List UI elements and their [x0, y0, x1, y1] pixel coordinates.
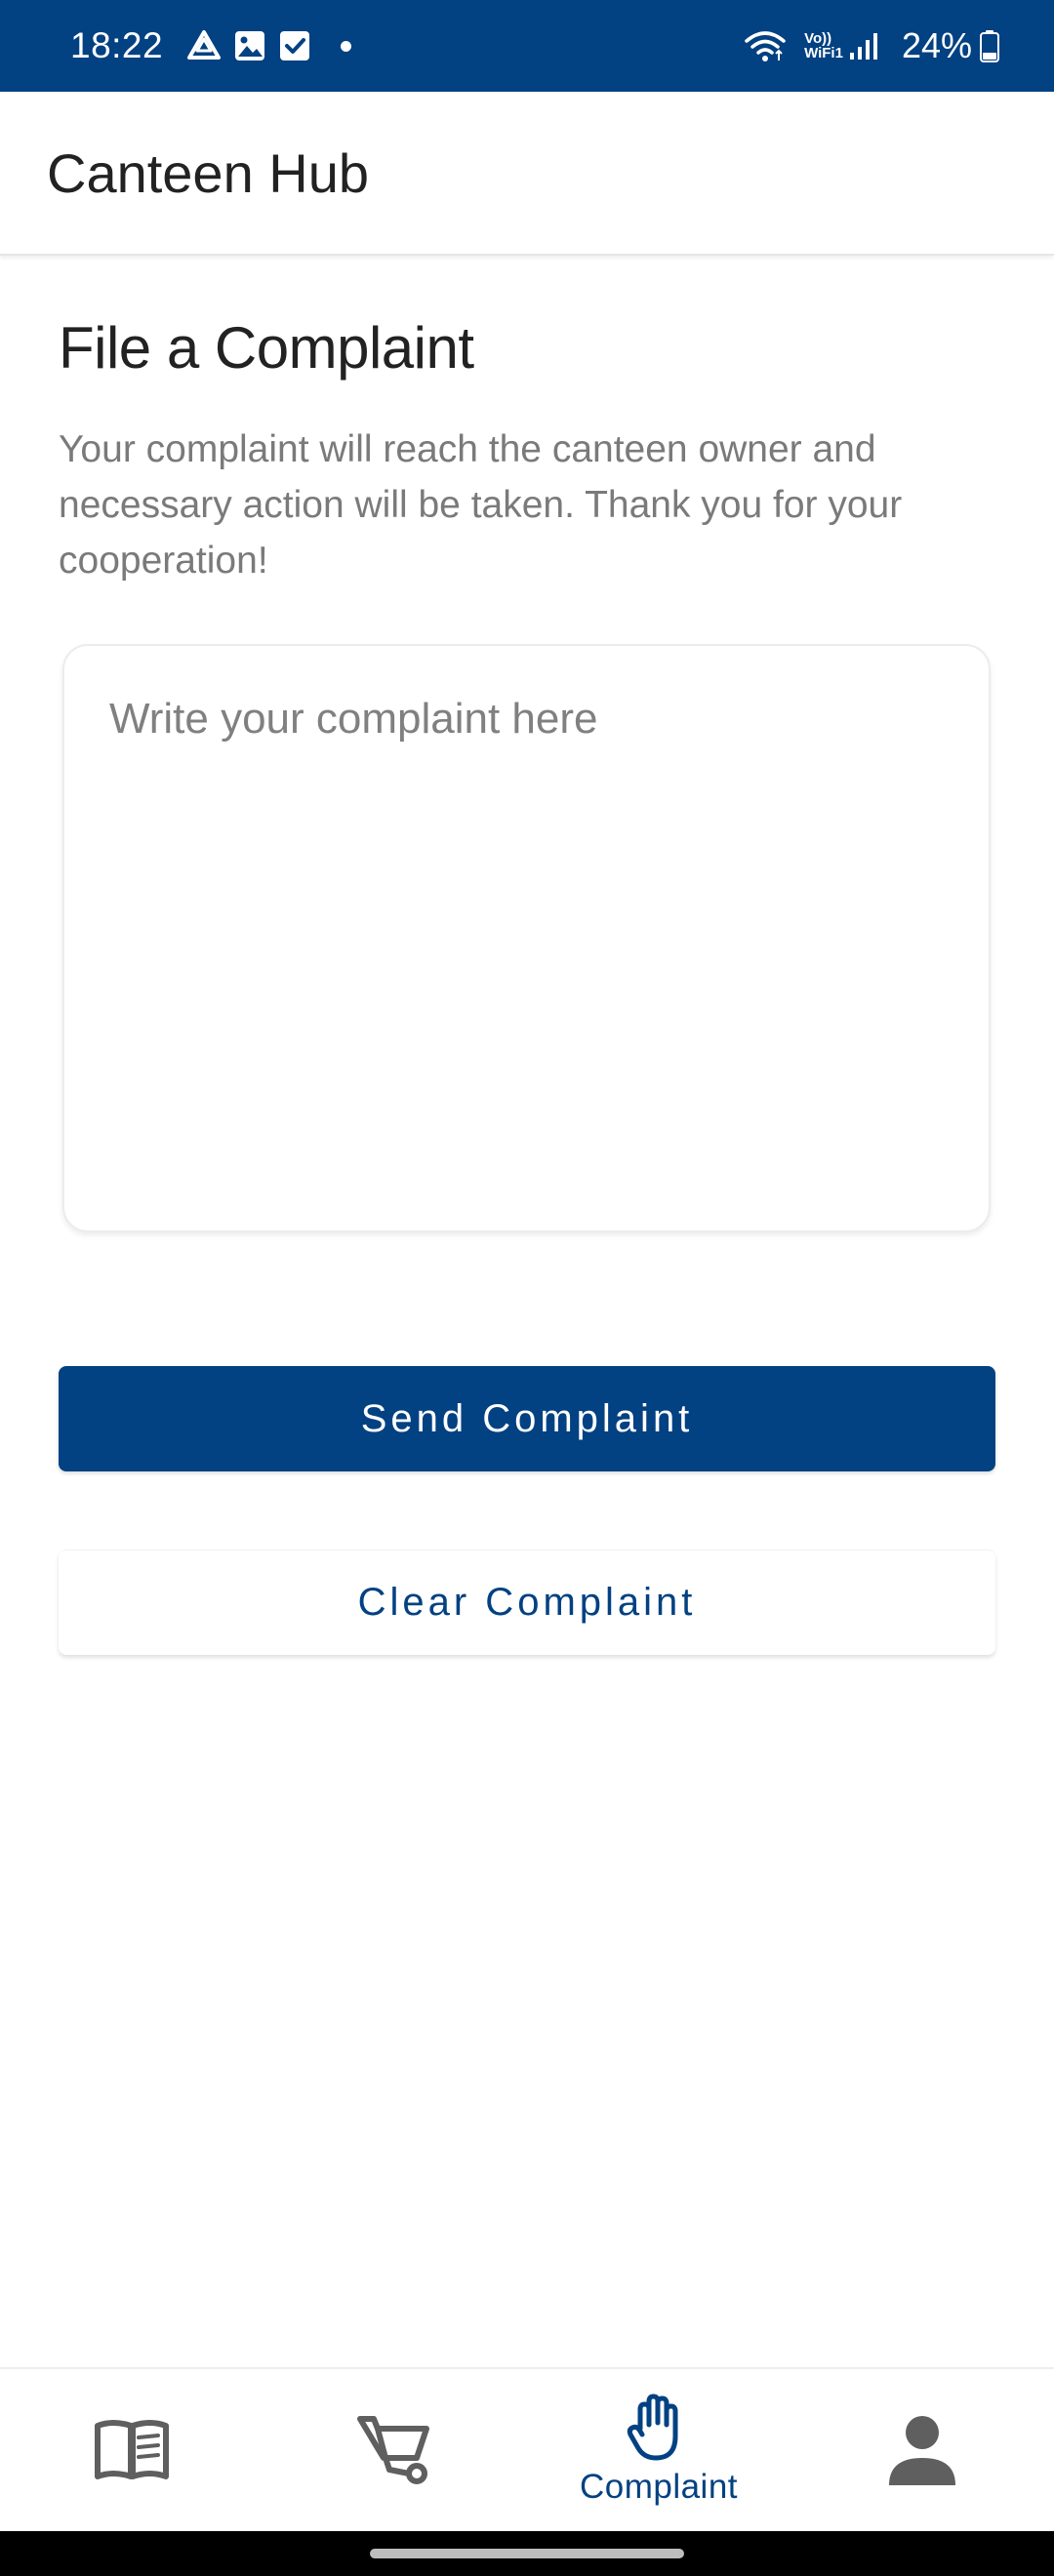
status-bar: 18:22 Vo)) WiFi1 24% — [0, 0, 1054, 92]
nav-item-profile[interactable] — [790, 2369, 1054, 2531]
vowifi-bottom: WiFi1 — [804, 45, 843, 61]
drive-icon — [186, 29, 222, 62]
signal-icon — [849, 31, 880, 60]
status-left: 18:22 — [70, 25, 352, 66]
person-icon — [889, 2416, 955, 2485]
page-description: Your complaint will reach the canteen ow… — [59, 428, 903, 582]
page-title: File a Complaint — [59, 315, 474, 381]
bottom-nav: Complaint — [0, 2367, 1054, 2531]
screen: 18:22 Vo)) WiFi1 24% Canteen Hub File a … — [0, 0, 1054, 2576]
system-nav-bar — [0, 2531, 1054, 2576]
hand-icon — [627, 2394, 678, 2461]
menu-book-icon — [95, 2420, 169, 2479]
gallery-icon — [233, 29, 266, 62]
status-time: 18:22 — [70, 25, 164, 65]
notification-dot — [341, 40, 352, 52]
vowifi-label: Vo)) WiFi1 — [804, 31, 843, 60]
clear-complaint-button[interactable]: Clear Complaint — [59, 1550, 995, 1655]
battery-percentage: 24% — [901, 25, 972, 65]
status-right: Vo)) WiFi1 24% — [744, 25, 1011, 66]
battery-icon — [980, 29, 999, 62]
nav-item-menu[interactable] — [0, 2369, 264, 2531]
app-title: Canteen Hub — [47, 141, 370, 204]
wifi-icon — [744, 29, 787, 62]
home-handle[interactable] — [370, 2549, 684, 2558]
checkbox-icon — [278, 29, 311, 62]
complaint-input[interactable] — [109, 695, 944, 1182]
send-complaint-button[interactable]: Send Complaint — [59, 1366, 995, 1471]
nav-label-complaint: Complaint — [579, 2468, 739, 2506]
nav-item-cart[interactable] — [264, 2369, 527, 2531]
app-bar: Canteen Hub — [0, 92, 1054, 256]
complaint-input-container — [62, 644, 991, 1232]
cart-icon — [357, 2416, 429, 2484]
nav-item-complaint[interactable]: Complaint — [527, 2369, 790, 2531]
